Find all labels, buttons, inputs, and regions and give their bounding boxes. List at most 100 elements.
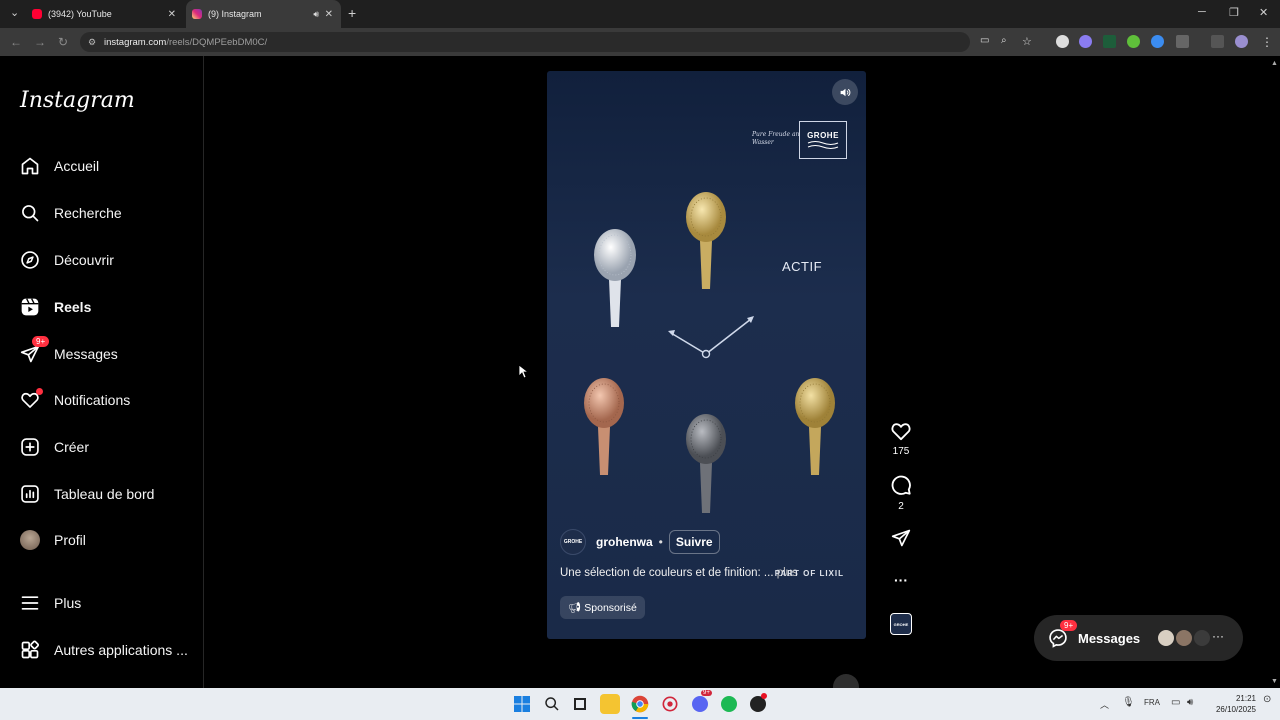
share-action[interactable]	[888, 528, 914, 551]
scroll-up-icon[interactable]: ▲	[1271, 60, 1278, 67]
sidebar-item-accueil[interactable]: Accueil	[20, 156, 99, 176]
active-app-indicator	[632, 717, 648, 719]
sidebar-item-decouvrir[interactable]: Découvrir	[20, 250, 114, 270]
network-icon[interactable]: ▭	[1171, 697, 1180, 708]
scroll-down-icon[interactable]: ▼	[1271, 678, 1278, 685]
share-icon	[891, 529, 911, 547]
notification-center-icon[interactable]: ⊙	[1263, 694, 1271, 705]
input-language[interactable]: FRA	[1144, 698, 1160, 707]
close-tab-icon[interactable]: ✕	[168, 9, 176, 20]
task-view-icon[interactable]	[570, 694, 590, 714]
messages-floating-button[interactable]: 9+ Messages ···	[1034, 615, 1243, 661]
chrome-icon[interactable]	[630, 694, 650, 714]
microphone-icon[interactable]: 🎙︎	[1122, 697, 1135, 708]
mute-toggle-button[interactable]	[832, 79, 858, 105]
tray-chevron-icon[interactable]: ︿	[1100, 698, 1109, 711]
instagram-logo[interactable]: Instagram	[20, 88, 135, 113]
avatar	[1192, 628, 1212, 648]
heart-icon	[20, 388, 43, 410]
sidebar-item-creer[interactable]: Créer	[20, 437, 89, 457]
taskbar-badge: 9+	[701, 690, 712, 696]
sidebar-item-reels[interactable]: Reels	[20, 297, 91, 317]
audio-track-thumbnail[interactable]: GROHE	[888, 613, 914, 635]
zoom-icon[interactable]: ⌕	[1001, 35, 1007, 46]
reload-icon[interactable]: ↻	[58, 35, 68, 49]
close-tab-icon[interactable]: ✕	[325, 9, 333, 20]
back-icon[interactable]: ←	[10, 35, 22, 49]
account-avatar[interactable]: GROHE	[560, 529, 586, 555]
volume-icon[interactable]: 🔊︎	[1187, 697, 1193, 708]
notification-dot	[36, 388, 43, 395]
forward-icon[interactable]: →	[34, 35, 46, 49]
url-path: /reels/DQMPEebDM0C/	[166, 36, 268, 48]
extension-icon[interactable]	[1127, 35, 1140, 48]
home-icon	[20, 156, 40, 176]
taskbar-clock[interactable]: 21:21 26/10/2025	[1206, 693, 1256, 715]
grohe-logo-text: GROHE	[807, 130, 839, 140]
tab-youtube[interactable]: (3942) YouTube ✕	[24, 0, 184, 28]
windows-start-icon[interactable]	[512, 694, 532, 714]
sidebar-item-recherche[interactable]: Recherche	[20, 203, 122, 223]
megaphone-icon: 📢︎	[568, 602, 582, 614]
bookmark-star-icon[interactable]: ☆	[1022, 35, 1032, 48]
partner-mark: PART OF LIXIL	[774, 569, 844, 578]
file-explorer-icon[interactable]	[600, 694, 620, 714]
maximize-icon[interactable]: ❐	[1229, 6, 1239, 19]
page-scrollbar[interactable]: ▲ ▼	[1270, 58, 1280, 688]
account-avatar-text: GROHE	[563, 539, 583, 545]
extensions-puzzle-icon[interactable]	[1176, 35, 1189, 48]
messages-pill-badge: 9+	[1060, 620, 1078, 631]
new-tab-icon[interactable]: +	[348, 5, 356, 21]
tab-search-chevron-icon[interactable]: ⌄	[10, 6, 19, 19]
account-name-link[interactable]: grohenwa	[596, 535, 653, 549]
discord-icon[interactable]: 9+	[690, 690, 712, 714]
extension-icon[interactable]	[1079, 35, 1092, 48]
url-field[interactable]: ⚙ instagram.com/reels/DQMPEebDM0C/	[80, 32, 970, 52]
sidebar-item-label: Profil	[54, 532, 86, 548]
app-icon[interactable]	[748, 693, 768, 714]
sidebar-item-notifications[interactable]: Notifications	[20, 388, 130, 410]
apps-icon	[20, 640, 40, 660]
sidebar-item-tableau-de-bord[interactable]: Tableau de bord	[20, 484, 154, 504]
profile-avatar-icon[interactable]	[1235, 35, 1248, 48]
cast-icon[interactable]: ▭	[980, 35, 989, 46]
extension-icon[interactable]	[1103, 35, 1116, 48]
next-reel-mute-button[interactable]	[833, 674, 859, 688]
more-options-icon[interactable]: ···	[888, 572, 914, 588]
comment-action[interactable]: 2	[888, 474, 914, 512]
extension-icon[interactable]	[1056, 35, 1069, 48]
extension-icon[interactable]	[1151, 35, 1164, 48]
browser-tab-bar: ⌄ (3942) YouTube ✕ (9) Instagram 🔊︎ ✕ + …	[0, 0, 1280, 28]
tab-instagram[interactable]: (9) Instagram 🔊︎ ✕	[186, 0, 341, 28]
like-action[interactable]: 175	[888, 421, 914, 457]
tab-instagram-title: (9) Instagram	[208, 9, 262, 19]
taskbar-search-icon[interactable]	[542, 694, 562, 714]
reel-caption: Une sélection de couleurs et de finition…	[560, 567, 798, 579]
sidebar-item-profil[interactable]: Profil	[20, 530, 86, 550]
reel-meta: GROHE grohenwa • Suivre Une sélection de…	[547, 529, 866, 639]
minimize-icon[interactable]: ─	[1198, 6, 1206, 18]
address-bar-row: ← → ↻ ⚙ instagram.com/reels/DQMPEebDM0C/…	[0, 28, 1280, 56]
account-row: GROHE grohenwa • Suivre	[560, 529, 720, 555]
compass-icon	[20, 250, 40, 270]
audio-track-label: GROHE	[890, 613, 912, 635]
sidebar-item-label: Accueil	[54, 158, 100, 174]
sidebar-item-plus[interactable]: Plus	[20, 593, 81, 613]
browser-menu-icon[interactable]: ⋮	[1261, 35, 1273, 49]
plus-square-icon	[20, 437, 40, 457]
spotify-icon[interactable]	[719, 694, 739, 714]
sponsored-badge[interactable]: 📢︎ Sponsorisé	[560, 596, 645, 619]
close-window-icon[interactable]: ✕	[1259, 6, 1268, 19]
sidebar-item-label: Messages	[54, 346, 118, 362]
sidebar-item-messages[interactable]: 9+ Messages	[20, 336, 118, 364]
reading-list-icon[interactable]	[1211, 35, 1224, 48]
site-info-icon[interactable]: ⚙	[88, 37, 96, 48]
avatar-icon	[20, 530, 40, 550]
reel-video[interactable]: Pure Freude an Wasser GROHE ACTIF GROHE …	[547, 71, 866, 639]
app-icon[interactable]	[660, 694, 680, 714]
sidebar-item-autres-applications[interactable]: Autres applications ...	[20, 640, 188, 660]
caption-text: Une sélection de couleurs et de finition…	[560, 567, 774, 579]
follow-button[interactable]: Suivre	[668, 530, 720, 554]
audio-playing-icon[interactable]: 🔊︎	[313, 9, 319, 20]
waves-icon	[807, 140, 839, 149]
